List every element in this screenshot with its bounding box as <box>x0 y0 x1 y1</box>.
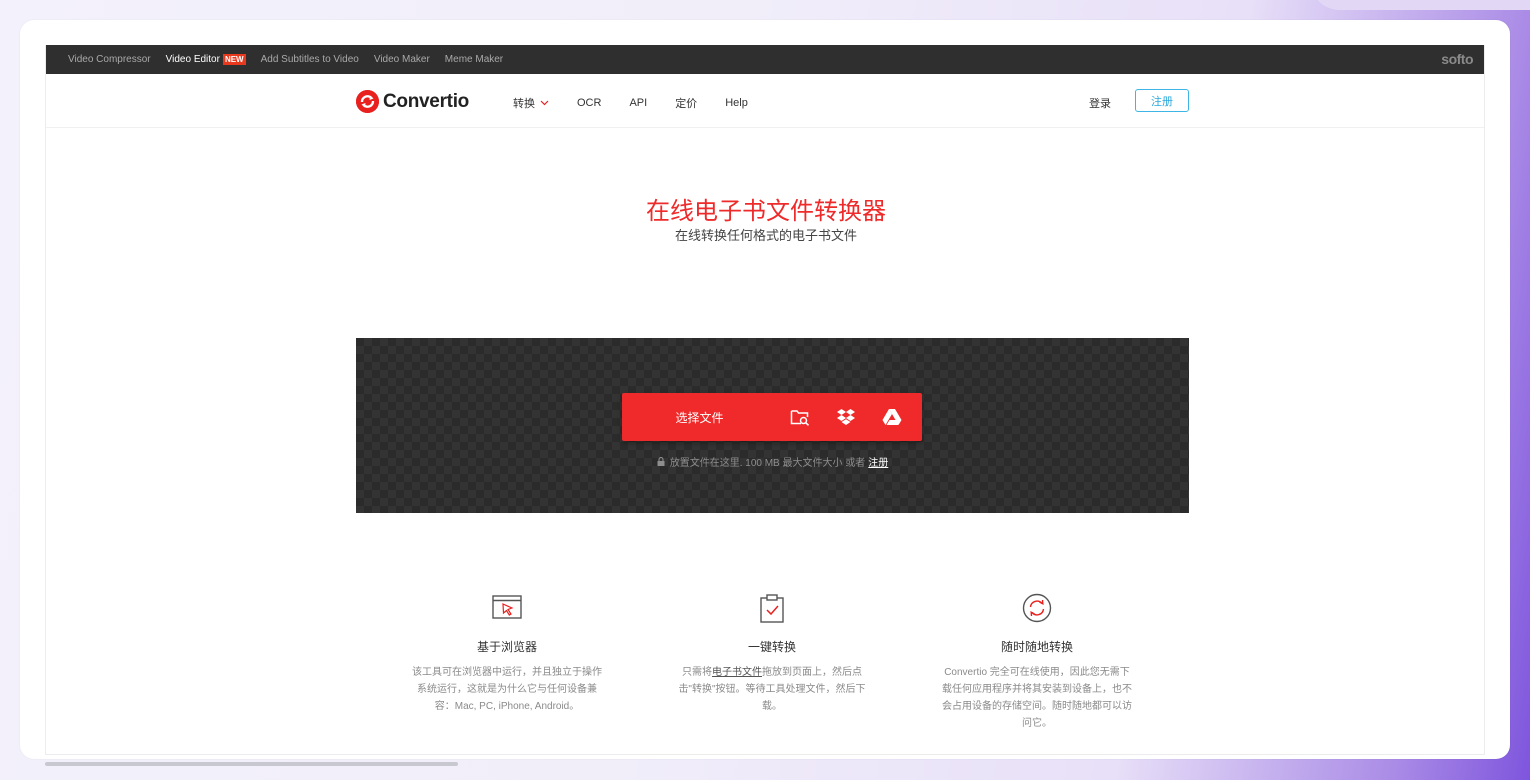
feature-one-click: 一键转换 只需将电子书文件拖放到页面上，然后点击"转换"按钮。等待工具处理文件，… <box>677 593 867 715</box>
topbar-link-video-maker[interactable]: Video Maker <box>374 54 430 65</box>
feature-anywhere: 随时随地转换 Convertio 完全可在线使用，因此您无需下载任何应用程序并将… <box>942 593 1132 732</box>
dropbox-icon[interactable] <box>823 393 869 441</box>
page-subtitle: 在线转换任何格式的电子书文件 <box>674 228 857 243</box>
feature-desc-pre: 只需将 <box>682 667 712 678</box>
lock-icon <box>657 457 665 466</box>
feature-title: 一键转换 <box>747 640 796 654</box>
drop-note-text: 放置文件在这里. 100 MB 最大文件大小 或者 <box>669 458 866 469</box>
google-drive-icon[interactable] <box>869 393 915 441</box>
feature-title: 随时随地转换 <box>1000 640 1073 654</box>
background-decoration <box>1310 0 1530 10</box>
topbar-link-label: Video Editor <box>165 54 220 65</box>
nav-ocr[interactable]: OCR <box>577 97 601 109</box>
signup-button[interactable]: 注册 <box>1135 89 1189 112</box>
topbar-link-video-editor[interactable]: Video Editor NEW <box>166 54 246 65</box>
convertio-logo-icon <box>356 90 379 113</box>
new-badge: NEW <box>222 54 246 65</box>
drop-note: 放置文件在这里. 100 MB 最大文件大小 或者 注册 <box>356 454 1189 469</box>
horizontal-scrollbar[interactable] <box>45 762 458 766</box>
login-link[interactable]: 登录 <box>1089 95 1111 111</box>
convertio-page: Video Compressor Video Editor NEW Add Su… <box>45 45 1485 755</box>
feature-description: 该工具可在浏览器中运行，并且独立于操作系统运行，这就是为什么它与任何设备兼容：M… <box>412 667 602 712</box>
chevron-down-icon <box>540 100 549 106</box>
choose-files-button[interactable]: 选择文件 <box>622 393 922 441</box>
convertio-logo[interactable]: Convertio <box>356 90 469 113</box>
feature-browser-based: 基于浏览器 该工具可在浏览器中运行，并且独立于操作系统运行，这就是为什么它与任何… <box>412 593 602 715</box>
nav-api[interactable]: API <box>629 97 647 109</box>
topbar-link-meme-maker[interactable]: Meme Maker <box>445 54 503 65</box>
nav-convert-menu[interactable]: 转换 <box>513 95 549 111</box>
ebook-files-link[interactable]: 电子书文件 <box>712 667 762 678</box>
browser-card: Video Compressor Video Editor NEW Add Su… <box>20 20 1510 759</box>
drop-note-signup-link[interactable]: 注册 <box>868 454 888 469</box>
browser-cursor-icon <box>412 593 602 625</box>
nav-help[interactable]: Help <box>725 97 748 109</box>
topbar-link-video-compressor[interactable]: Video Compressor <box>68 54 151 65</box>
feature-description: Convertio 完全可在线使用，因此您无需下载任何应用程序并将其安装到设备上… <box>942 667 1132 729</box>
upload-source-icons <box>777 393 915 441</box>
upload-dropzone[interactable]: 选择文件 放置文件在这里. 100 MB 最大文件大小 或者 注册 <box>356 338 1189 513</box>
refresh-circle-icon <box>942 593 1132 625</box>
page-title: 在线电子书文件转换器 <box>646 197 886 225</box>
softo-logo[interactable]: softo <box>1441 51 1473 67</box>
choose-files-label: 选择文件 <box>675 410 724 425</box>
logo-text: Convertio <box>383 90 469 112</box>
topbar-link-add-subtitles[interactable]: Add Subtitles to Video <box>261 54 359 65</box>
softo-topbar: Video Compressor Video Editor NEW Add Su… <box>46 45 1484 74</box>
feature-description: 只需将电子书文件拖放到页面上，然后点击"转换"按钮。等待工具处理文件，然后下载。 <box>677 664 867 715</box>
nav-links: 转换 OCR API 定价 Help <box>513 95 776 111</box>
main-nav: Convertio 转换 OCR API 定价 Help 登录 注册 <box>46 74 1484 128</box>
feature-title: 基于浏览器 <box>476 640 537 654</box>
nav-convert-label: 转换 <box>513 98 535 110</box>
nav-pricing[interactable]: 定价 <box>675 95 697 111</box>
folder-search-icon[interactable] <box>777 393 823 441</box>
clipboard-check-icon <box>677 593 867 625</box>
